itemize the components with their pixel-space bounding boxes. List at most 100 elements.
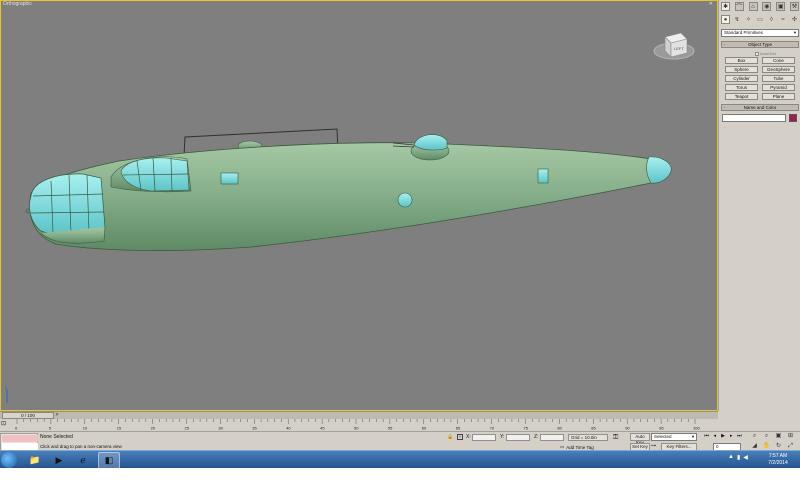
start-button-icon[interactable]: [1, 452, 17, 468]
playback-controls: ⏮ ◂ ▶ ▸ ⏭: [703, 433, 743, 441]
spacewarps-icon[interactable]: ≈: [779, 15, 788, 24]
zoom-extents-icon[interactable]: ▣: [774, 433, 783, 441]
track-bar-tick-label: 40: [286, 426, 291, 431]
autogrid-checkbox[interactable]: AutoGrid: [755, 51, 776, 56]
next-frame-icon[interactable]: ▸: [728, 433, 735, 441]
object-color-swatch[interactable]: [789, 114, 797, 122]
motion-tab-icon[interactable]: ◉: [762, 2, 772, 11]
windows-taskbar: 📁 ▶ ℯ ◧ ▲ ▮ ◀ 7:57 AM 7/2/2014: [0, 450, 800, 468]
object-name-input[interactable]: [722, 114, 786, 122]
y-coordinate-input[interactable]: [506, 434, 530, 441]
z-coordinate-input[interactable]: [540, 434, 564, 441]
show-hidden-icons-icon[interactable]: ▲: [728, 454, 734, 461]
primitive-buttons: Box Cone Sphere GeoSphere Cylinder Tube …: [725, 57, 795, 100]
geometry-icon[interactable]: ●: [721, 15, 730, 24]
key-selection-value: Selected: [654, 434, 672, 439]
3ds-max-taskbar-icon[interactable]: ◧: [98, 452, 120, 468]
teapot-button[interactable]: Teapot: [725, 93, 758, 100]
key-selection-dropdown[interactable]: Selected ▼: [651, 433, 697, 441]
primitive-category-dropdown[interactable]: Standard Primitives ▼: [721, 29, 799, 37]
key-mode-icon[interactable]: ⊶: [651, 443, 656, 449]
helpers-icon[interactable]: ◊: [767, 15, 776, 24]
go-to-end-icon[interactable]: ⏭: [736, 433, 743, 441]
play-icon[interactable]: ▶: [719, 433, 726, 441]
go-to-start-icon[interactable]: ⏮: [703, 433, 710, 441]
zoom-extents-all-icon[interactable]: ⊞: [786, 433, 795, 441]
track-bar-tick-label: 15: [117, 426, 122, 431]
svg-text:z: z: [5, 385, 7, 390]
add-time-tag-label: Add Time Tag: [566, 444, 594, 450]
track-bar-tick-label: 80: [557, 426, 562, 431]
command-panel-tabs: ✱ ⌒ ⌂ ◉ ▣ ⚒: [721, 2, 799, 12]
volume-icon[interactable]: ◀: [743, 454, 748, 461]
track-bar-tick-label: 100: [693, 426, 700, 431]
porthole-window: [397, 192, 413, 208]
torus-button[interactable]: Torus: [725, 84, 758, 91]
viewcube-label: LEFT: [674, 46, 684, 51]
object-type-title: Object Type: [748, 42, 772, 47]
waist-window: [537, 168, 549, 184]
internet-explorer-icon[interactable]: ℯ: [72, 452, 94, 468]
geosphere-button[interactable]: GeoSphere: [762, 66, 795, 73]
file-explorer-icon[interactable]: 📁: [24, 452, 46, 468]
lights-icon[interactable]: ✧: [744, 15, 753, 24]
object-type-rollout-header[interactable]: - Object Type: [721, 41, 799, 48]
prompt-line-text: Click and drag to pan a non-camera view: [40, 444, 122, 449]
track-bar-tick-label: 0: [15, 426, 18, 431]
plane-button[interactable]: Plane: [762, 93, 795, 100]
time-slider[interactable]: 0 / 100 >: [0, 411, 718, 419]
auto-key-button[interactable]: Auto Key: [630, 433, 650, 445]
track-bar-ticks: 0 5 10 15 20 25 30 35 40 45 50 55 60 65 70 75 80 85 90 95 10…: [15, 419, 700, 431]
maxscript-input[interactable]: [2, 443, 38, 450]
modify-tab-icon[interactable]: ⌒: [734, 2, 744, 11]
next-frame-arrow[interactable]: >: [54, 412, 60, 419]
aircraft-fuselage-model[interactable]: [1, 1, 717, 410]
systems-icon[interactable]: ✣: [790, 15, 799, 24]
selection-lock-icon[interactable]: 🔒: [447, 434, 453, 440]
shapes-icon[interactable]: ↯: [733, 15, 742, 24]
time-slider-thumb[interactable]: 0 / 100: [2, 412, 54, 419]
tube-button[interactable]: Tube: [762, 75, 795, 82]
tail-cone: [646, 156, 672, 184]
utilities-tab-icon[interactable]: ⚒: [789, 2, 799, 11]
grid-spacing-display: Grid = 10.0in: [568, 434, 608, 441]
app-window: Orthographic ✕ LEFT z ✱ ⌒ ⌂ ◉ ▣ ⚒ ● ↯ ✧ …: [0, 0, 800, 468]
cone-button[interactable]: Cone: [762, 57, 795, 64]
perspective-viewport[interactable]: Orthographic ✕ LEFT z: [0, 0, 718, 411]
fuselage-body: [29, 142, 670, 251]
create-tab-icon[interactable]: ✱: [721, 2, 730, 11]
track-bar-tick-label: 25: [185, 426, 190, 431]
z-label: Z:: [534, 434, 539, 440]
x-coordinate-input[interactable]: [472, 434, 496, 441]
absolute-mode-icon[interactable]: +: [457, 434, 463, 440]
track-bar-tick-label: 90: [625, 426, 630, 431]
previous-frame-icon[interactable]: ◂: [711, 433, 718, 441]
system-tray: ▲ ▮ ◀: [728, 454, 748, 461]
media-player-icon[interactable]: ▶: [48, 452, 70, 468]
track-bar[interactable]: 0 5 10 15 20 25 30 35 40 45 50 55 60 65 70 75 80 85 90 95 10…: [14, 419, 704, 431]
hierarchy-tab-icon[interactable]: ⌂: [748, 2, 758, 11]
pyramid-button[interactable]: Pyramid: [762, 84, 795, 91]
maxscript-listener[interactable]: [0, 433, 38, 451]
chevron-down-icon: ▼: [793, 30, 797, 35]
track-bar-tick-label: 55: [388, 426, 393, 431]
track-bar-menu-icon[interactable]: ⊡: [1, 420, 9, 429]
track-bar-tick-label: 20: [151, 426, 156, 431]
side-window: [220, 172, 239, 185]
system-clock[interactable]: 7:57 AM 7/2/2014: [760, 453, 796, 467]
network-icon[interactable]: ▮: [737, 454, 740, 461]
checkbox-icon: [755, 51, 759, 56]
display-tab-icon[interactable]: ▣: [776, 2, 786, 11]
zoom-icon[interactable]: ⌕: [750, 433, 759, 441]
zoom-all-icon[interactable]: ⌕: [762, 433, 771, 441]
track-bar-tick-label: 5: [49, 426, 52, 431]
cylinder-button[interactable]: Cylinder: [725, 75, 758, 82]
set-key-icon[interactable]: ⚿: [613, 434, 618, 442]
viewcube-icon[interactable]: LEFT: [653, 23, 695, 63]
track-bar-tick-label: 10: [83, 426, 88, 431]
viewport-navigation-controls: ⌕ ⌕ ▣ ⊞ ◢ ✋ ↻ ⤢: [750, 433, 798, 451]
box-button[interactable]: Box: [725, 57, 758, 64]
name-color-rollout-header[interactable]: - Name and Color: [721, 104, 799, 111]
sphere-button[interactable]: Sphere: [725, 66, 758, 73]
cameras-icon[interactable]: ▭: [756, 15, 765, 24]
